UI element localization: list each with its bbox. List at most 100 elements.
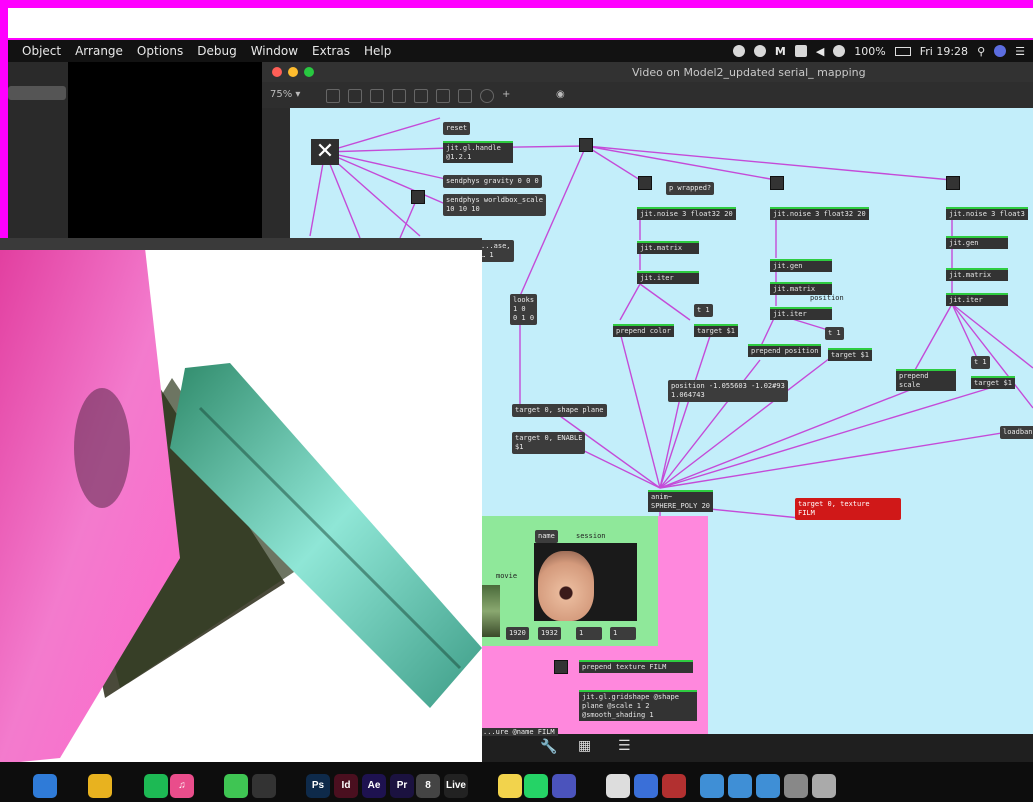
enable-message[interactable]: target 0, ENABLE $1 <box>512 432 586 454</box>
max-icon[interactable]: 8 <box>416 774 440 798</box>
jit-gen-object-2[interactable]: jit.gen <box>770 259 832 272</box>
search-icon[interactable] <box>480 89 494 103</box>
new-object-icon[interactable] <box>392 89 406 103</box>
trigger-message-2[interactable]: t 1 <box>825 327 844 340</box>
chrome-icon[interactable] <box>88 774 112 798</box>
prepend-scale-object[interactable]: prepend scale <box>896 369 956 391</box>
prepend-position-object[interactable]: prepend position <box>748 344 822 357</box>
siri-icon[interactable] <box>994 45 1007 57</box>
menu-window[interactable]: Window <box>251 44 298 58</box>
spotlight-icon[interactable]: ⚲ <box>977 45 985 58</box>
folder-icon[interactable] <box>728 774 752 798</box>
malwarebytes-icon[interactable]: M <box>775 45 786 58</box>
jit-noise-object-3[interactable]: jit.noise 3 float3 <box>946 207 1028 220</box>
width-number[interactable]: 1920 <box>506 627 529 640</box>
drive-icon[interactable] <box>784 774 808 798</box>
live-icon[interactable]: Live <box>444 774 468 798</box>
spotify-icon[interactable] <box>144 774 168 798</box>
menu-debug[interactable]: Debug <box>197 44 236 58</box>
jit-render-window[interactable] <box>0 238 482 764</box>
trigger-message-3[interactable]: t 1 <box>971 356 990 369</box>
textedit-icon[interactable] <box>606 774 630 798</box>
menu-arrange[interactable]: Arrange <box>75 44 123 58</box>
bang-button[interactable] <box>579 138 593 152</box>
photobooth-icon[interactable] <box>662 774 686 798</box>
jit-iter-object-2[interactable]: jit.iter <box>770 307 832 320</box>
menu-object[interactable]: Object <box>22 44 61 58</box>
window-object-fragment[interactable]: ...ase, … 1 <box>478 240 514 262</box>
zoom-button[interactable] <box>304 67 314 77</box>
jit-gen-object-3[interactable]: jit.gen <box>946 236 1008 249</box>
texture-film-message[interactable]: target 0, texture FILM <box>795 498 901 520</box>
time-machine-icon[interactable] <box>833 45 846 57</box>
menu-options[interactable]: Options <box>137 44 183 58</box>
number-box-1[interactable]: 1 <box>576 627 602 640</box>
package-icon[interactable]: ▦ <box>578 738 591 754</box>
minimize-button[interactable] <box>288 67 298 77</box>
jit-noise-object-1[interactable]: jit.noise 3 float32 20 <box>637 207 736 220</box>
wifi-icon[interactable] <box>794 45 807 57</box>
finder-icon[interactable] <box>33 774 57 798</box>
indesign-icon[interactable]: Id <box>334 774 358 798</box>
gridshape-object[interactable]: jit.gl.gridshape @shape plane @scale 1 2… <box>579 690 697 721</box>
itunes-icon[interactable]: ♫ <box>170 774 194 798</box>
whatsapp-icon[interactable] <box>524 774 548 798</box>
teams-icon[interactable] <box>552 774 576 798</box>
trigger-message-1[interactable]: t 1 <box>694 304 713 317</box>
wrench-icon[interactable]: 🔧 <box>540 739 557 755</box>
zoom-level[interactable]: 75% ▾ <box>270 89 300 100</box>
jit-gl-handle-object[interactable]: jit.gl.handle @1.2.1 <box>443 141 513 163</box>
reset-message[interactable]: reset <box>443 122 471 135</box>
clock[interactable]: Fri 19:28 <box>920 45 968 58</box>
number-box-2[interactable]: 1 <box>610 627 636 640</box>
position-message[interactable]: position -1.055603 -1.02#93 1.064743 <box>668 380 788 402</box>
target-object-1[interactable]: target $1 <box>694 324 738 337</box>
multi-sphere-object[interactable]: anim~ SPHERE_POLY 20 <box>648 490 714 512</box>
target-object-2[interactable]: target $1 <box>828 348 872 361</box>
terminal-icon[interactable] <box>252 774 276 798</box>
trash-icon[interactable] <box>812 774 836 798</box>
folder-icon[interactable] <box>756 774 780 798</box>
battery-icon[interactable] <box>894 46 911 56</box>
side-panel-selected-item[interactable] <box>8 86 66 100</box>
jit-noise-object-2[interactable]: jit.noise 3 float32 20 <box>770 207 869 220</box>
big-x-button[interactable]: ✕ <box>311 139 339 165</box>
jit-window-titlebar[interactable] <box>0 238 482 250</box>
list-icon[interactable]: ☰ <box>618 738 631 754</box>
jit-iter-object-1[interactable]: jit.iter <box>637 271 699 284</box>
jit-iter-object-3[interactable]: jit.iter <box>946 293 1008 306</box>
height-number[interactable]: 1932 <box>538 627 561 640</box>
looks-message[interactable]: looks 1 0 0 1 0 <box>510 294 538 325</box>
lock-icon[interactable] <box>326 89 340 103</box>
volume-icon[interactable]: ◀ <box>816 45 824 58</box>
loadbang-object[interactable]: loadban <box>1000 426 1033 439</box>
options-icon[interactable]: ◉ <box>556 89 568 101</box>
notification-center-icon[interactable]: ☰ <box>1015 45 1025 58</box>
bang-button-texture[interactable] <box>554 660 568 674</box>
grid-icon[interactable] <box>370 89 384 103</box>
prepend-color-object[interactable]: prepend color <box>613 324 674 337</box>
quicktime-icon[interactable] <box>634 774 658 798</box>
play-icon[interactable] <box>436 89 450 103</box>
inspector-icon[interactable] <box>458 89 472 103</box>
add-icon[interactable]: + <box>502 89 514 101</box>
close-button[interactable] <box>272 67 282 77</box>
sendphys-gravity-message[interactable]: sendphys gravity 0 0 0 <box>443 175 542 188</box>
jit-matrix-object-1[interactable]: jit.matrix <box>637 241 699 254</box>
folder-icon[interactable] <box>700 774 724 798</box>
bang-button-col2[interactable] <box>770 176 784 190</box>
notes-icon[interactable] <box>498 774 522 798</box>
prepend-texture-object[interactable]: prepend texture FILM <box>579 660 693 673</box>
message-icon[interactable] <box>414 89 428 103</box>
film-strip-thumbnail[interactable] <box>482 585 500 637</box>
cloud-icon[interactable] <box>753 45 766 57</box>
premiere-icon[interactable]: Pr <box>390 774 414 798</box>
menu-help[interactable]: Help <box>364 44 391 58</box>
sendphys-worldbox-message[interactable]: sendphys worldbox_scale 10 10 10 <box>443 194 546 216</box>
present-icon[interactable] <box>348 89 362 103</box>
toggle-button[interactable] <box>411 190 425 204</box>
menu-extras[interactable]: Extras <box>312 44 350 58</box>
messages-icon[interactable] <box>224 774 248 798</box>
target-object-3[interactable]: target $1 <box>971 376 1015 389</box>
wrapped-message[interactable]: p wrapped? <box>666 182 715 195</box>
